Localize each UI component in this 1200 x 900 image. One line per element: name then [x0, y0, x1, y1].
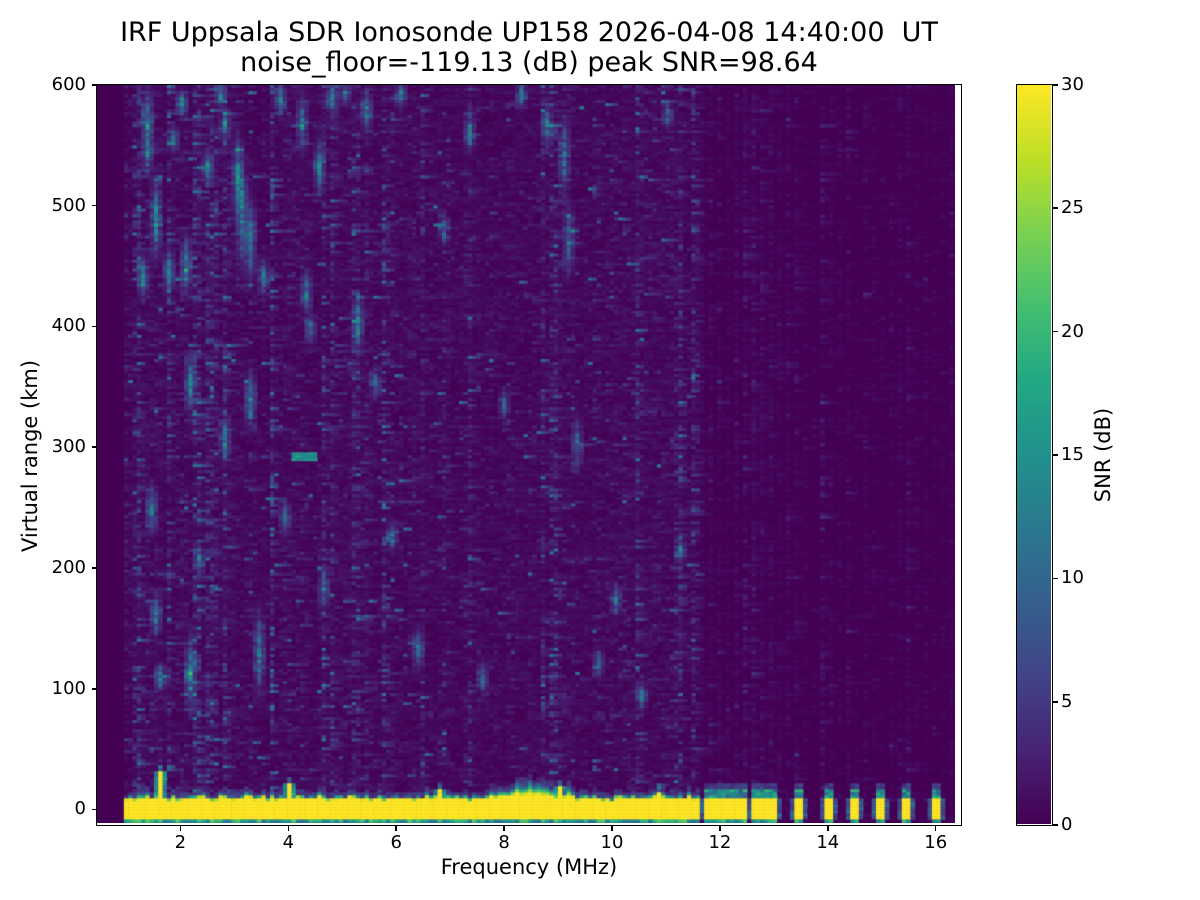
x-axis-label: Frequency (MHz) — [96, 855, 962, 879]
colorbar-tick-mark — [1053, 824, 1058, 826]
y-tick-label: 0 — [36, 799, 86, 819]
x-tick-mark — [611, 826, 613, 831]
y-tick-label: 200 — [36, 558, 86, 578]
colorbar-tick-label: 30 — [1061, 75, 1105, 95]
colorbar-tick-mark — [1053, 331, 1058, 333]
plot-area — [96, 84, 962, 826]
colorbar-tick-mark — [1053, 84, 1058, 86]
x-tick-label: 12 — [695, 833, 745, 853]
y-tick-mark — [92, 84, 97, 86]
y-tick-mark — [92, 446, 97, 448]
ionogram-figure: IRF Uppsala SDR Ionosonde UP158 2026-04-… — [0, 0, 1200, 900]
x-tick-mark — [395, 826, 397, 831]
x-tick-mark — [288, 826, 290, 831]
x-tick-label: 16 — [911, 833, 961, 853]
y-tick-label: 400 — [36, 316, 86, 336]
x-tick-label: 14 — [803, 833, 853, 853]
x-tick-mark — [935, 826, 937, 831]
colorbar — [1016, 84, 1053, 826]
colorbar-tick-mark — [1053, 207, 1058, 209]
y-tick-mark — [92, 326, 97, 328]
colorbar-tick-mark — [1053, 701, 1058, 703]
y-tick-label: 600 — [36, 75, 86, 95]
x-tick-mark — [503, 826, 505, 831]
ionogram-heatmap — [97, 85, 955, 823]
y-tick-label: 100 — [36, 679, 86, 699]
colorbar-tick-mark — [1053, 578, 1058, 580]
colorbar-tick-label: 0 — [1061, 815, 1105, 835]
y-tick-mark — [92, 205, 97, 207]
y-axis-label: Virtual range (km) — [18, 360, 42, 552]
x-tick-mark — [719, 826, 721, 831]
colorbar-tick-label: 10 — [1061, 568, 1105, 588]
colorbar-gradient — [1017, 85, 1051, 824]
y-tick-label: 500 — [36, 196, 86, 216]
x-tick-label: 8 — [479, 833, 529, 853]
colorbar-tick-mark — [1053, 454, 1058, 456]
x-tick-label: 10 — [587, 833, 637, 853]
y-tick-mark — [92, 567, 97, 569]
colorbar-tick-label: 25 — [1061, 198, 1105, 218]
x-tick-mark — [827, 826, 829, 831]
figure-title-line1: IRF Uppsala SDR Ionosonde UP158 2026-04-… — [96, 18, 962, 47]
x-tick-label: 4 — [263, 833, 313, 853]
x-tick-label: 2 — [155, 833, 205, 853]
y-tick-mark — [92, 688, 97, 690]
colorbar-tick-label: 20 — [1061, 322, 1105, 342]
colorbar-label: SNR (dB) — [1091, 408, 1115, 502]
figure-title-line2: noise_floor=-119.13 (dB) peak SNR=98.64 — [96, 48, 962, 77]
x-tick-mark — [180, 826, 182, 831]
x-tick-label: 6 — [371, 833, 421, 853]
y-tick-mark — [92, 809, 97, 811]
y-tick-label: 300 — [36, 437, 86, 457]
colorbar-tick-label: 5 — [1061, 692, 1105, 712]
